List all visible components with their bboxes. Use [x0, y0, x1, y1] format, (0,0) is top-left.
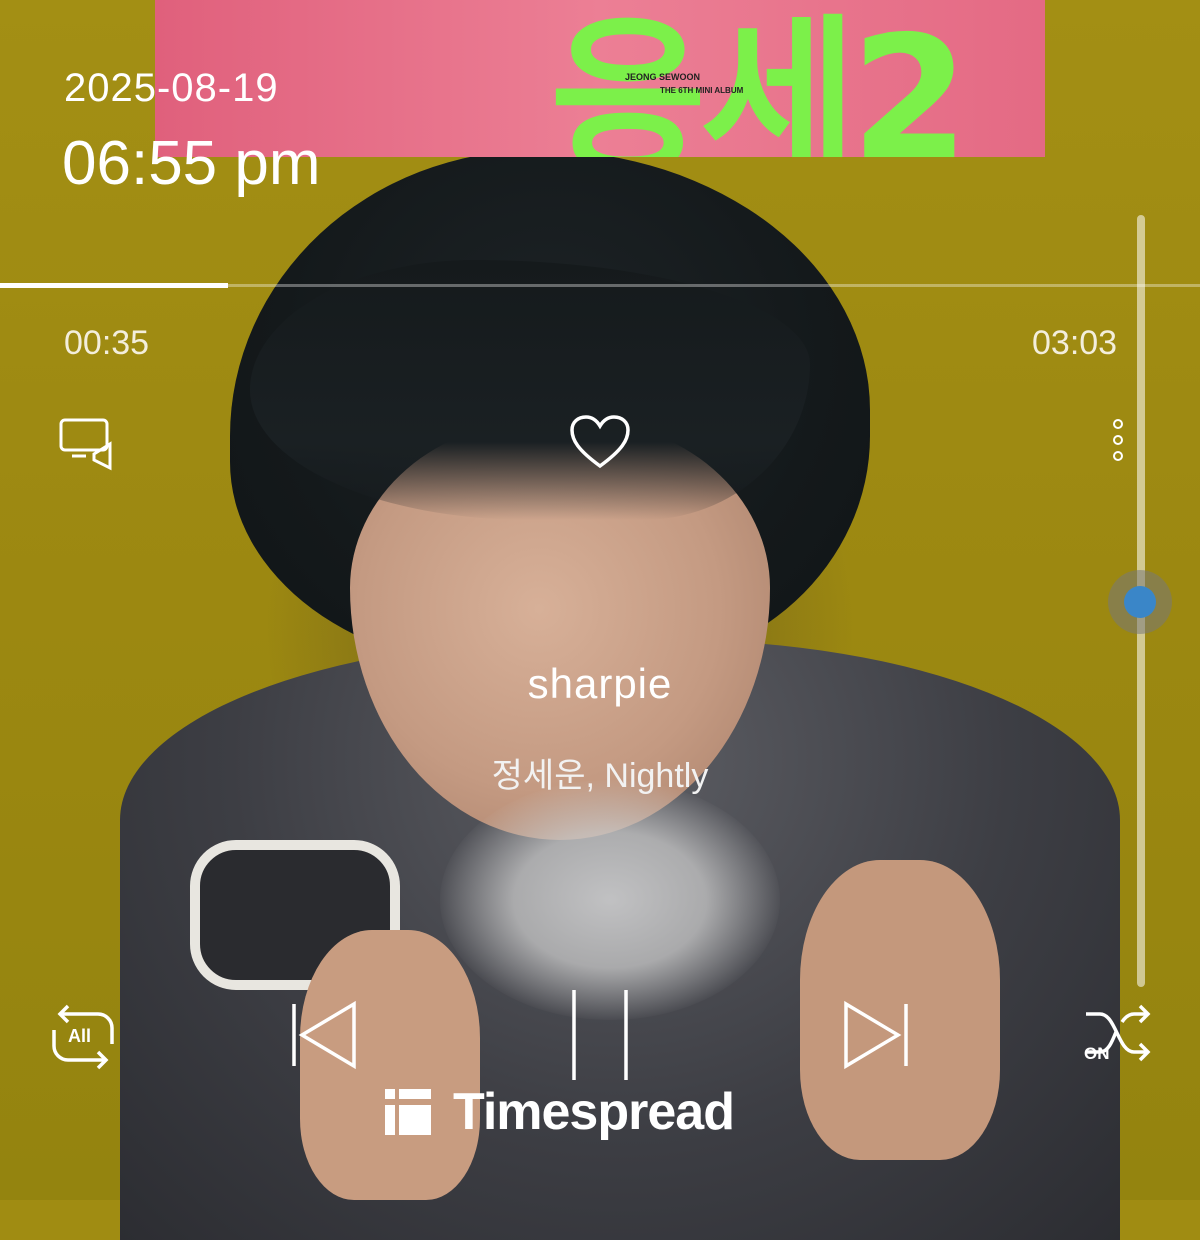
clock-date: 2025-08-19: [64, 66, 279, 110]
skip-next-icon[interactable]: [842, 1000, 910, 1070]
clock-time: 06:55 pm: [62, 129, 321, 198]
pause-icon[interactable]: [568, 988, 632, 1082]
cast-icon[interactable]: [58, 416, 124, 472]
seek-bar-progress[interactable]: [0, 283, 228, 288]
repeat-mode-label: All: [68, 1026, 92, 1046]
repeat-all-button[interactable]: All: [48, 1004, 118, 1070]
total-time: 03:03: [1032, 324, 1118, 362]
album-cover-artist: JEONG SEWOON: [625, 72, 701, 82]
track-artist: 정세운, Nightly: [491, 757, 709, 795]
more-vertical-icon[interactable]: [1108, 416, 1128, 464]
album-cover-title: 응세2: [550, 0, 969, 157]
timespread-logo-icon: [385, 1089, 431, 1135]
heart-icon[interactable]: [568, 414, 632, 470]
skip-previous-icon[interactable]: [290, 1000, 358, 1070]
track-title: sharpie: [527, 660, 673, 707]
artwork-necklace: [440, 780, 780, 1020]
elapsed-time: 00:35: [64, 324, 150, 362]
shuffle-state-label: ON: [1084, 1044, 1110, 1063]
shuffle-button[interactable]: ON: [1082, 1002, 1152, 1068]
brand-name: Timespread: [453, 1083, 735, 1141]
volume-slider-handle[interactable]: [1124, 586, 1156, 618]
album-cover-edition: THE 6TH MINI ALBUM: [660, 86, 744, 95]
artwork-fringe: [250, 260, 810, 520]
brand-watermark: Timespread: [383, 1082, 735, 1142]
